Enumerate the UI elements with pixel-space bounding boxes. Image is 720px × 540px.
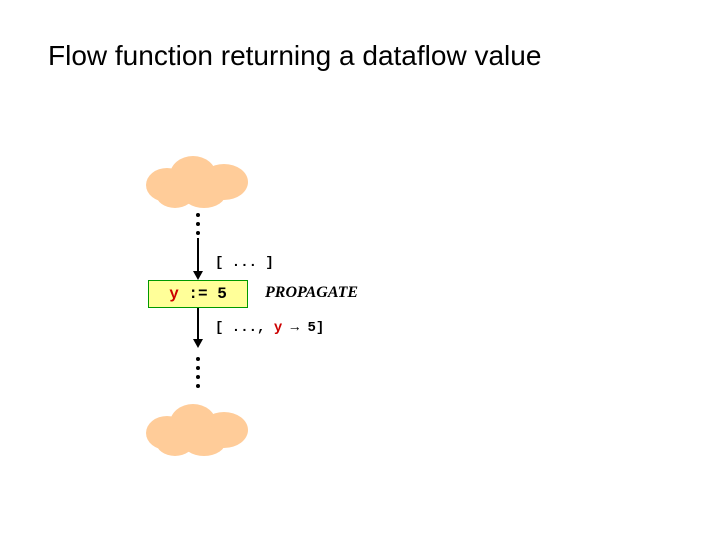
output-state-label: [ ..., y → 5] bbox=[215, 320, 324, 336]
input-cloud bbox=[138, 150, 258, 210]
arrow-in-head bbox=[193, 271, 203, 280]
statement-box: y := 5 bbox=[148, 280, 248, 308]
arrow-out-head bbox=[193, 339, 203, 348]
out-arrow: → bbox=[282, 320, 307, 336]
propagate-label: PROPAGATE bbox=[265, 284, 358, 302]
arrow-in-line bbox=[197, 238, 199, 272]
input-state-label: [ ... ] bbox=[215, 255, 274, 271]
slide-title: Flow function returning a dataflow value bbox=[48, 40, 541, 72]
out-value: 5 bbox=[307, 320, 315, 336]
statement-rest: := 5 bbox=[179, 285, 227, 303]
out-var: y bbox=[274, 320, 282, 336]
dots-bottom bbox=[194, 352, 202, 393]
out-suffix: ] bbox=[316, 320, 324, 336]
out-prefix: [ ..., bbox=[215, 320, 274, 336]
dots-top bbox=[194, 208, 202, 240]
output-cloud bbox=[138, 398, 258, 458]
statement-var: y bbox=[169, 285, 179, 303]
arrow-out-line bbox=[197, 308, 199, 340]
